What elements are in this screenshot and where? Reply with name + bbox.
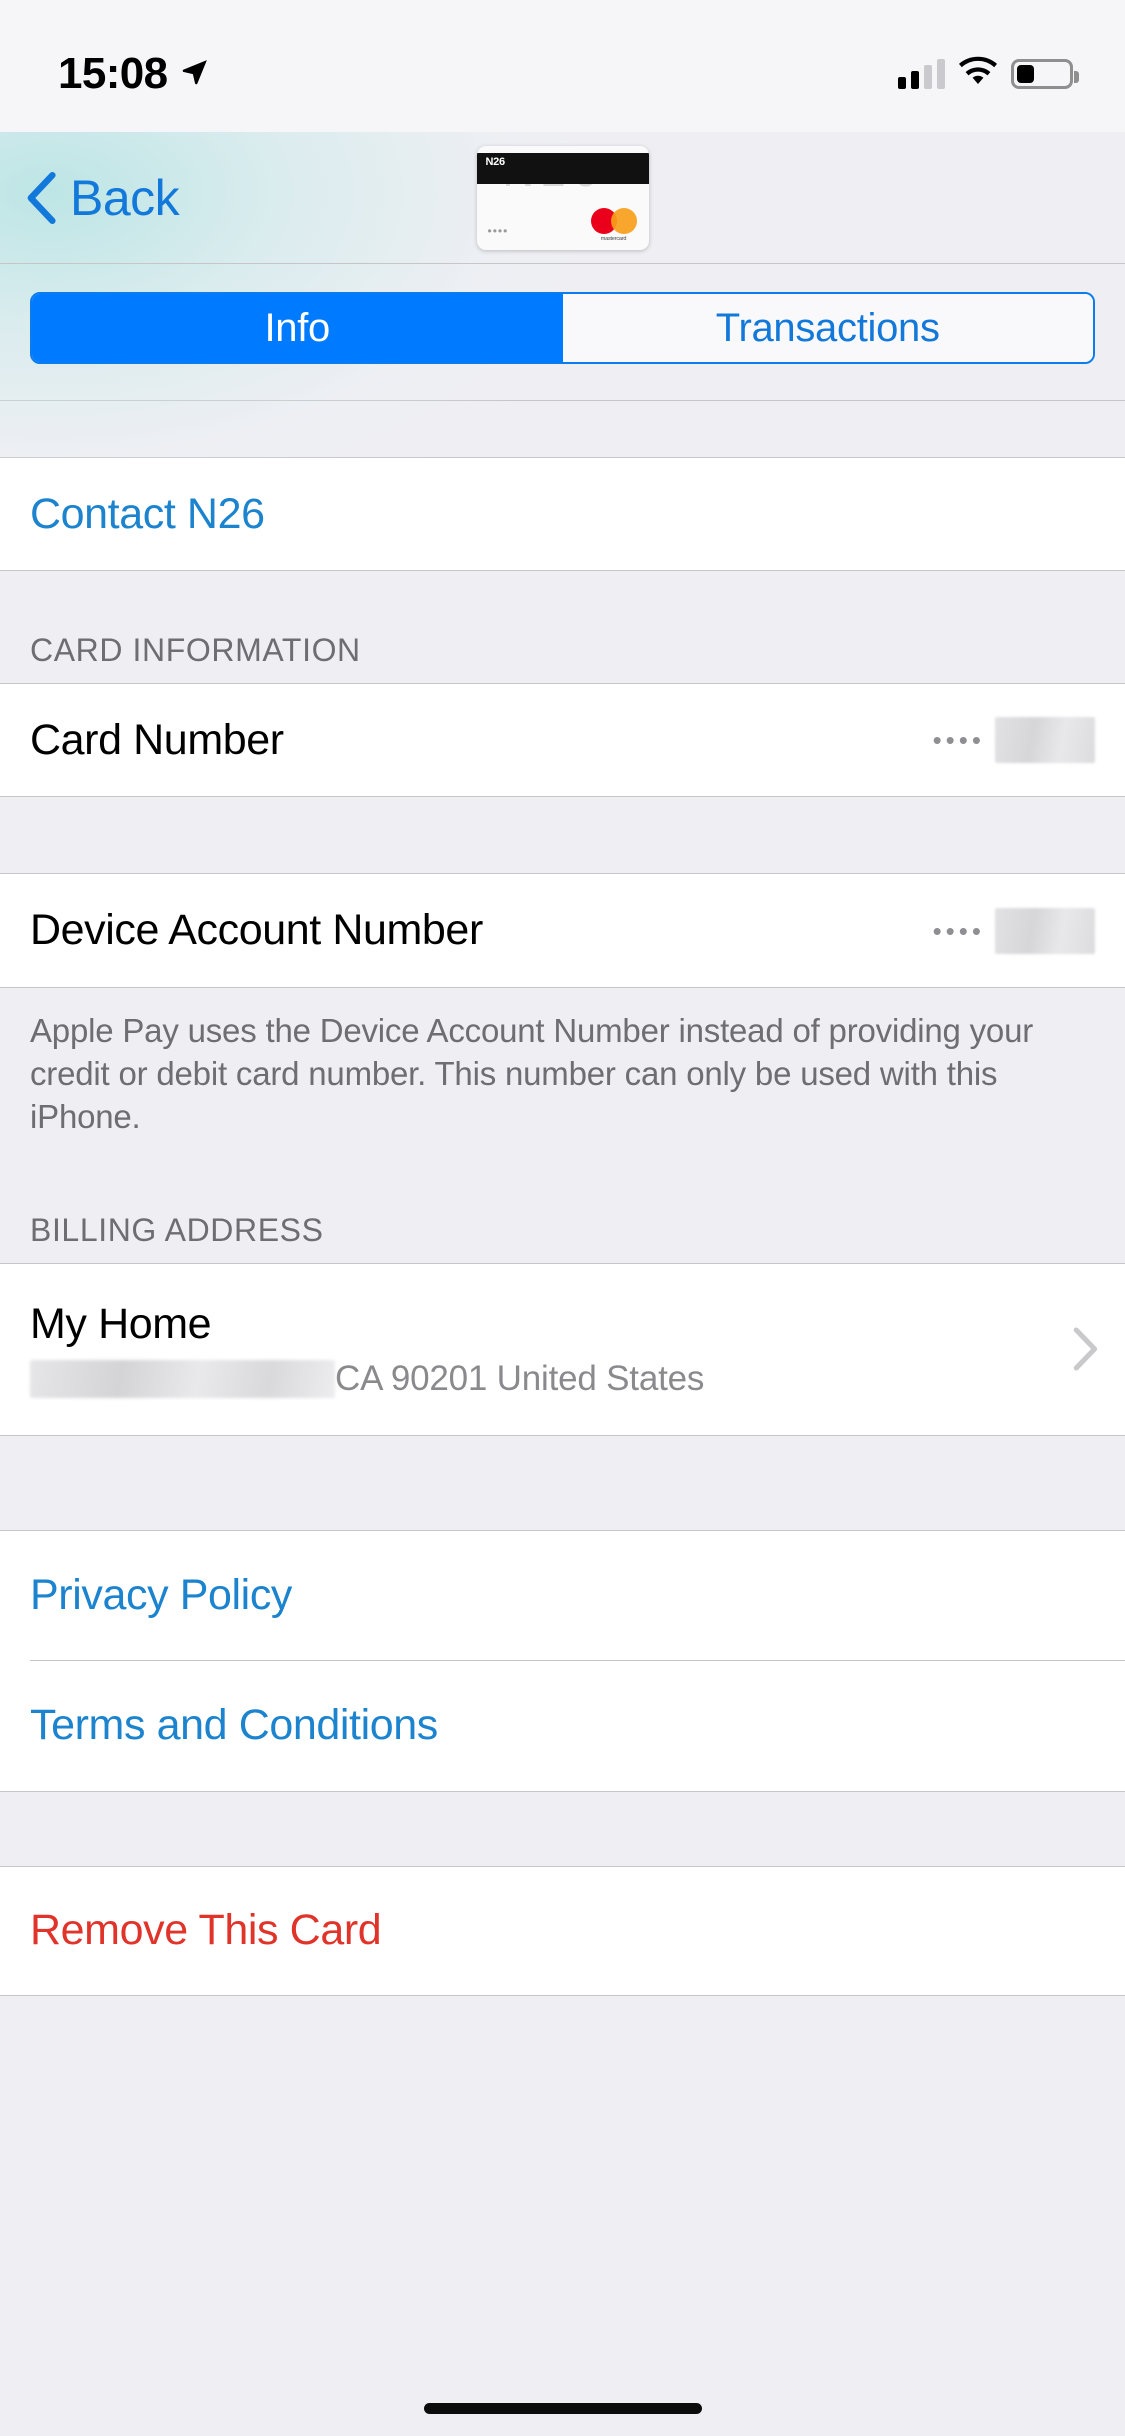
card-number-redacted-value [995,717,1095,763]
device-account-number-row[interactable]: Device Account Number •••• [0,874,1125,987]
wifi-icon [959,56,997,91]
billing-address-rest: CA 90201 United States [335,1358,705,1398]
tab-info[interactable]: Info [32,294,563,362]
billing-address-row[interactable]: My Home CA 90201 United States [0,1262,1125,1435]
chevron-left-icon [26,171,56,224]
card-number-row[interactable]: Card Number •••• [0,683,1125,796]
billing-address-name: My Home [30,1299,212,1348]
device-account-number-value: •••• [932,907,1095,954]
card-details-screen: 15:08 Back N26 •••• mastercard Info Tran… [0,0,1125,2436]
remove-card-label: Remove This Card [30,1906,382,1955]
divider [0,1994,1125,1996]
card-thumbnail[interactable]: N26 N26 •••• mastercard [476,145,649,250]
chevron-right-icon [1073,1327,1099,1371]
mastercard-label: mastercard [600,235,627,242]
section-spacer-top [0,400,1125,458]
status-bar-time: 15:08 [58,49,168,98]
device-account-number-label: Device Account Number [30,906,483,954]
section-spacer-middle [0,796,1125,874]
card-number-dots: •••• [932,725,985,755]
privacy-policy-row[interactable]: Privacy Policy [0,1530,1125,1661]
segmented-control[interactable]: Info Transactions [30,292,1095,364]
navigation-bar: Back N26 N26 •••• mastercard [0,132,1125,264]
tab-transactions[interactable]: Transactions [562,294,1093,362]
section-spacer-legal [0,1434,1125,1531]
remove-card-row[interactable]: Remove This Card [0,1866,1125,1995]
card-masked-digits: •••• [487,223,509,238]
card-information-header: CARD INFORMATION [0,571,1125,683]
device-account-number-dots: •••• [932,915,985,946]
device-account-number-redacted-value [995,907,1095,954]
billing-address-content: My Home CA 90201 United States [30,1300,704,1399]
status-bar-left: 15:08 [58,52,210,96]
cellular-signal-icon [898,58,945,89]
mastercard-icon: mastercard [590,206,637,242]
segmented-control-container: Info Transactions [0,264,1125,400]
status-bar: 15:08 [0,0,1125,132]
status-bar-right [898,52,1079,91]
card-number-value: •••• [933,717,1095,763]
billing-street-redacted [30,1359,335,1398]
battery-icon [1011,58,1079,89]
terms-and-conditions-row[interactable]: Terms and Conditions [0,1660,1125,1791]
billing-address-line: CA 90201 United States [30,1359,704,1399]
back-button-label: Back [70,169,180,226]
back-button[interactable]: Back [0,169,180,227]
card-brand-label: N26 [485,155,506,168]
contact-issuer-label: Contact N26 [30,489,265,538]
section-spacer-remove [0,1790,1125,1867]
device-account-number-footer: Apple Pay uses the Device Account Number… [0,988,1125,1167]
terms-and-conditions-label: Terms and Conditions [30,1701,438,1750]
privacy-policy-label: Privacy Policy [30,1571,293,1620]
location-arrow-icon [180,57,210,92]
contact-issuer-row[interactable]: Contact N26 [0,458,1125,570]
billing-address-header: BILLING ADDRESS [0,1166,1125,1263]
card-number-label: Card Number [30,715,284,764]
home-indicator[interactable] [423,2403,702,2414]
